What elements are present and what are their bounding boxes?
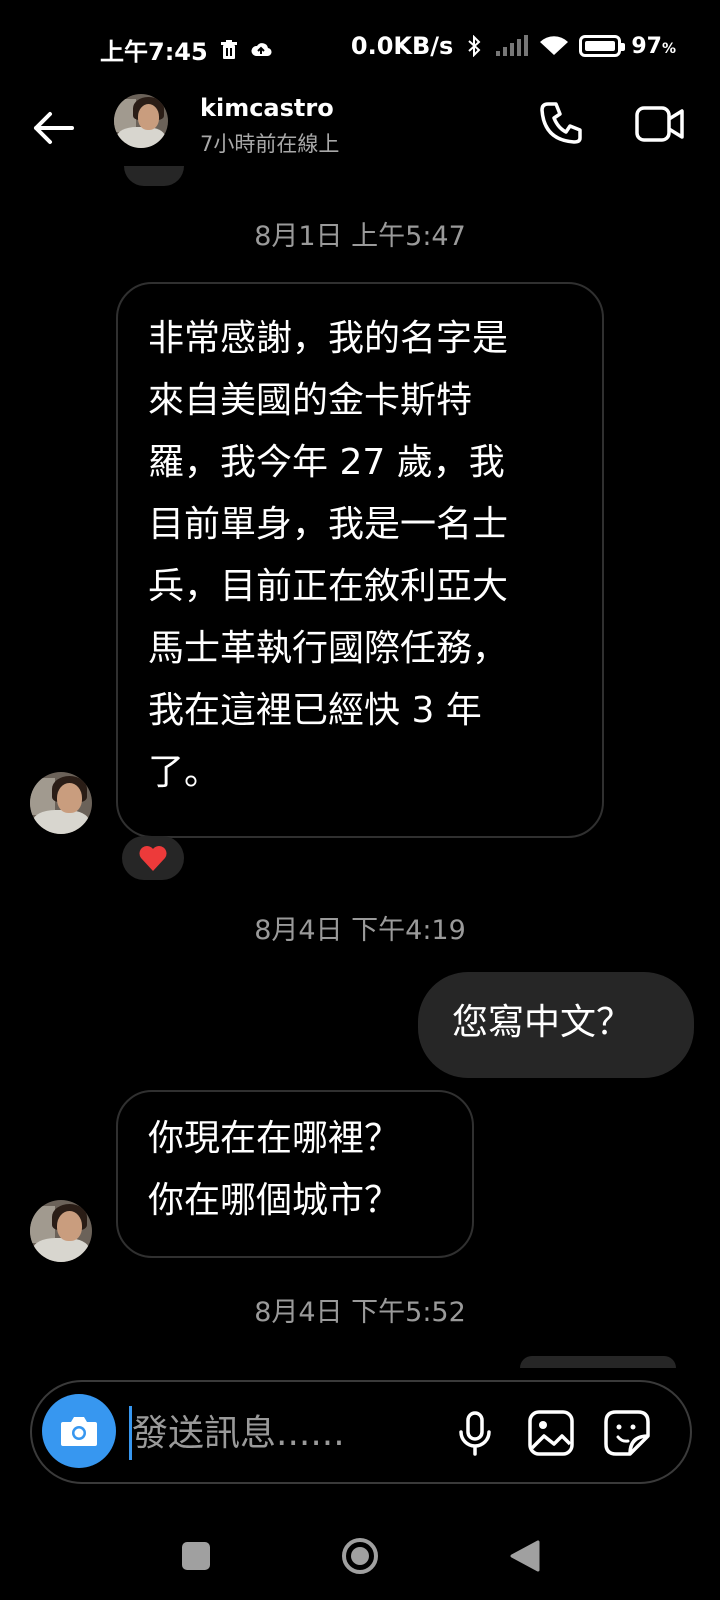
message-text: 非常感謝，我的名字是 來自美國的金卡斯特 羅，我今年 27 歲，我 目前單身，我… (148, 318, 509, 793)
message-text: 你現在在哪裡？ 你在哪個城市？ (148, 1118, 401, 1221)
message-input[interactable] (132, 1400, 462, 1466)
signal-icon (496, 35, 529, 56)
contact-name[interactable]: kimcastro (200, 94, 334, 122)
camera-button[interactable] (42, 1394, 116, 1468)
navigation-bar (0, 1520, 720, 1590)
home-button[interactable] (340, 1536, 380, 1576)
timestamp: 8月4日 下午4:19 (254, 915, 466, 946)
video-camera-icon[interactable] (634, 102, 686, 146)
bluetooth-icon (468, 35, 481, 57)
timestamp: 8月4日 下午5:52 (254, 1297, 466, 1328)
wifi-icon (540, 36, 569, 55)
arrow-left-icon[interactable] (30, 108, 76, 148)
battery-percent: 97% (631, 34, 676, 59)
message-bubble-outgoing[interactable]: 您寫中文？ (418, 972, 694, 1078)
camera-icon (61, 1417, 97, 1446)
previous-message-edge (124, 166, 184, 186)
avatar[interactable] (30, 772, 92, 834)
message-bubble-incoming[interactable]: 非常感謝，我的名字是 來自美國的金卡斯特 羅，我今年 27 歲，我 目前單身，我… (116, 282, 604, 838)
message-composer (30, 1380, 692, 1484)
sticker-icon[interactable] (602, 1408, 652, 1458)
heart-icon (139, 846, 167, 871)
status-bar: 上午7:45 0.0KB/s 97% (0, 28, 720, 68)
battery-percent-value: 97 (631, 33, 662, 59)
avatar[interactable] (30, 1200, 92, 1262)
timestamp: 8月1日 上午5:47 (254, 221, 466, 252)
next-message-edge (520, 1356, 676, 1368)
status-bar-right: 0.0KB/s 97% (351, 32, 676, 60)
status-bar-left: 上午7:45 (100, 32, 272, 67)
image-icon[interactable] (526, 1408, 576, 1458)
reaction-badge[interactable] (122, 836, 184, 880)
recents-button[interactable] (182, 1542, 210, 1570)
message-bubble-incoming[interactable]: 你現在在哪裡？ 你在哪個城市？ (116, 1090, 474, 1258)
battery-percent-unit: % (661, 40, 676, 57)
message-text: 您寫中文？ (452, 1002, 633, 1043)
microphone-icon[interactable] (450, 1408, 500, 1458)
network-speed: 0.0KB/s (350, 32, 454, 60)
battery-icon (579, 35, 626, 57)
chat-header: kimcastro 7小時前在線上 (0, 90, 720, 170)
phone-icon[interactable] (538, 100, 584, 146)
back-button[interactable] (508, 1538, 542, 1574)
contact-active-status: 7小時前在線上 (200, 132, 340, 156)
status-time: 上午7:45 (100, 38, 208, 66)
cloud-upload-icon (251, 42, 272, 56)
avatar[interactable] (114, 94, 168, 148)
trash-icon (220, 39, 237, 59)
